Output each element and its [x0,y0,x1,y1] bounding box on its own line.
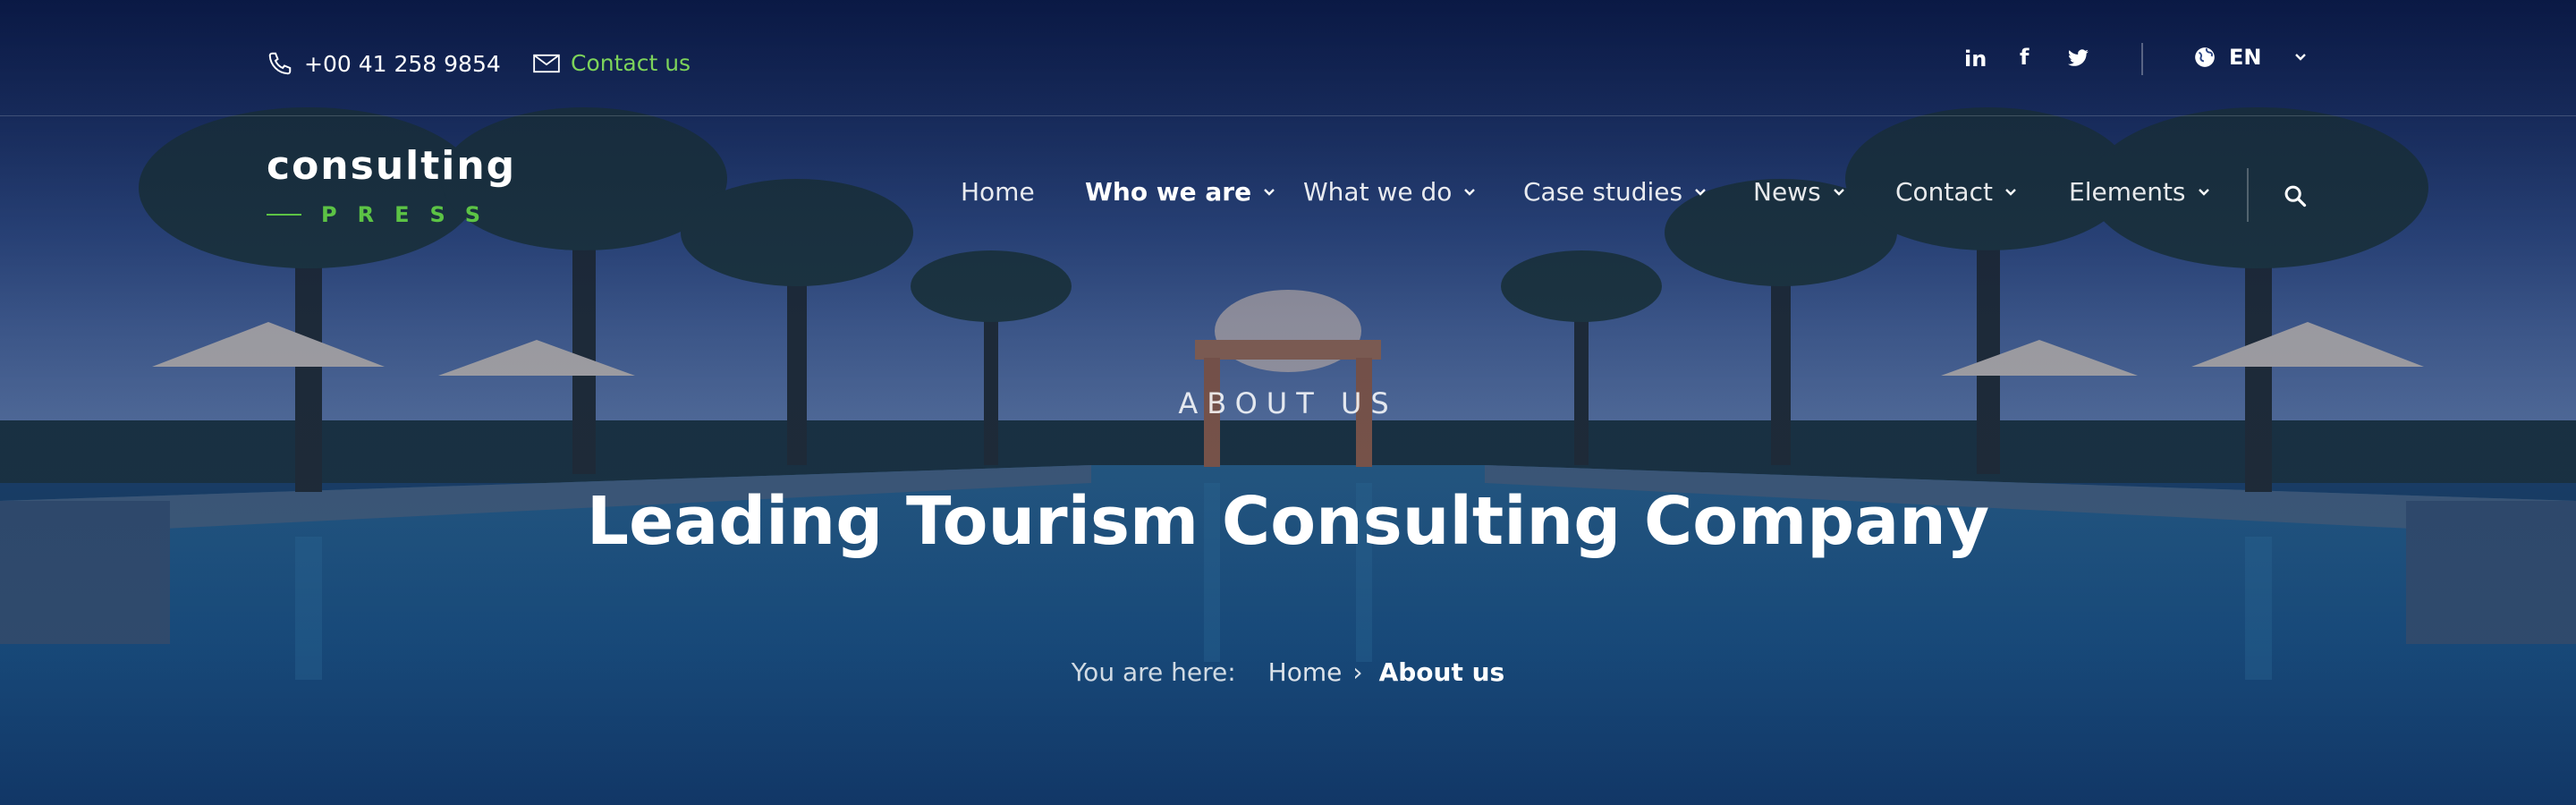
phone-number: +00 41 258 9854 [304,50,501,77]
language-label: EN [2229,45,2262,70]
logo-press-text: PRESS [321,202,501,227]
page-eyebrow: ABOUT US [1178,386,1398,420]
globe-icon [2195,47,2215,67]
nav-item-elements[interactable]: Elements [2069,177,2211,207]
chevron-down-icon [2198,188,2209,196]
search-icon [2284,185,2307,208]
facebook-icon[interactable]: f [2020,45,2029,70]
breadcrumb-label: You are here: [1071,657,1236,687]
nav-label: News [1753,177,1821,207]
nav-item-case-studies[interactable]: Case studies [1523,177,1707,207]
nav-label: Case studies [1523,177,1683,207]
nav-item-home[interactable]: Home [961,177,1035,207]
linkedin-icon[interactable]: in [1964,47,1987,72]
chevron-down-icon [2295,54,2307,61]
chevron-down-icon [1264,188,1275,196]
nav-label: Who we are [1085,177,1252,207]
mail-icon [533,54,560,72]
chevron-down-icon [2005,188,2016,196]
top-bar: +00 41 258 9854 Contact us in f EN [0,0,2576,116]
logo-text: consulting [267,143,517,189]
topbar-divider [2141,43,2143,75]
contact-label: Contact us [571,50,691,76]
hero-section: +00 41 258 9854 Contact us in f EN consu… [0,0,2576,805]
logo[interactable]: consulting PRESS [267,143,517,227]
breadcrumb: You are here: Home › About us [0,657,2576,687]
nav-item-what-we-do[interactable]: What we do [1303,177,1477,207]
chevron-down-icon [1695,188,1706,196]
nav-label: Elements [2069,177,2186,207]
phone-icon [268,52,292,75]
breadcrumb-home-link[interactable]: Home [1268,657,1343,687]
phone-link[interactable]: +00 41 258 9854 [267,50,501,77]
nav-label: Contact [1895,177,1993,207]
page-title: Leading Tourism Consulting Company [586,483,1990,560]
language-selector[interactable]: EN [2193,45,2308,70]
contact-link[interactable]: Contact us [533,50,691,76]
nav-divider [2247,168,2249,222]
breadcrumb-current: About us [1378,657,1505,687]
nav-item-news[interactable]: News [1753,177,1846,207]
chevron-down-icon [1833,188,1844,196]
logo-tagline: PRESS [267,202,501,227]
twitter-icon[interactable] [2068,48,2089,68]
nav-item-contact[interactable]: Contact [1895,177,2018,207]
chevron-down-icon [1464,188,1476,196]
nav-label: What we do [1303,177,1453,207]
search-button[interactable] [2283,183,2308,212]
nav-label: Home [961,177,1035,207]
nav-item-who-we-are[interactable]: Who we are [1085,177,1276,207]
breadcrumb-separator: › [1352,657,1363,687]
logo-line [267,214,302,216]
